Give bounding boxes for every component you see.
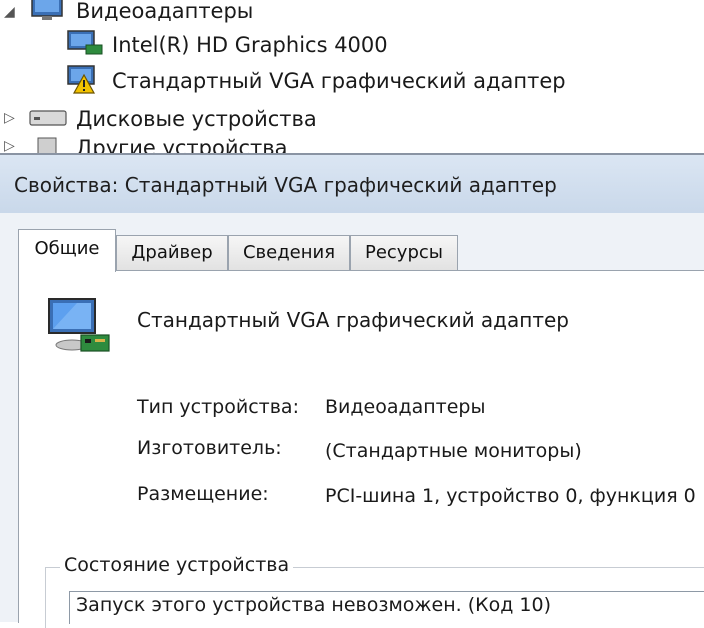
tab-driver[interactable]: Драйвер — [116, 235, 228, 270]
monitor-icon — [28, 0, 68, 27]
location-label: Размещение: — [137, 483, 269, 505]
tree-item-label: Стандартный VGA графический адаптер — [112, 69, 566, 93]
device-status-text: Запуск этого устройства невозможен. (Код… — [76, 594, 551, 616]
dialog-titlebar[interactable]: Свойства: Стандартный VGA графический ад… — [0, 155, 704, 213]
tree-category-video-adapters[interactable]: ◢ Видеоадаптеры — [4, 0, 253, 26]
tree-category-label: Дисковые устройства — [76, 107, 317, 131]
tab-resources[interactable]: Ресурсы — [350, 235, 458, 270]
warning-icon — [66, 64, 104, 99]
device-name: Стандартный VGA графический адаптер — [137, 308, 569, 332]
device-type-value: Видеоадаптеры — [325, 396, 486, 418]
tree-category-label: Другие устройства — [76, 136, 288, 154]
tab-details[interactable]: Сведения — [228, 235, 350, 270]
location-value: PCI-шина 1, устройство 0, функция 0 — [325, 485, 696, 507]
general-tab-panel: Стандартный VGA графический адаптер Тип … — [18, 270, 704, 628]
expand-collapse-icon[interactable]: ◢ — [4, 4, 15, 20]
device-icon — [28, 136, 68, 154]
dialog-title: Свойства: Стандартный VGA графический ад… — [14, 173, 557, 197]
tree-category-disk-drives[interactable]: ▷ Дисковые устройства — [4, 104, 317, 134]
tab-general[interactable]: Общие — [18, 229, 116, 272]
device-status-textbox[interactable]: Запуск этого устройства невозможен. (Код… — [69, 591, 704, 624]
tree-item-standard-vga[interactable]: Стандартный VGA графический адаптер — [66, 64, 566, 99]
device-type-label: Тип устройства: — [137, 396, 299, 418]
expand-icon[interactable]: ▷ — [4, 138, 15, 154]
manufacturer-value: (Стандартные мониторы) — [325, 440, 582, 462]
expand-icon[interactable]: ▷ — [4, 110, 15, 126]
disk-drive-icon — [28, 105, 68, 134]
display-adapter-icon — [47, 297, 111, 361]
monitor-icon — [66, 29, 104, 62]
manufacturer-label: Изготовитель: — [137, 437, 282, 459]
device-status-title: Состояние устройства — [60, 554, 294, 576]
device-manager-tree: ◢ Видеоадаптеры Intel(R) HD Graphics 400… — [0, 0, 704, 160]
tree-category-other[interactable]: ▷ Другие устройства — [4, 136, 288, 154]
properties-dialog: Свойства: Стандартный VGA графический ад… — [0, 153, 704, 628]
tree-item-intel[interactable]: Intel(R) HD Graphics 4000 — [66, 29, 388, 62]
tree-category-label: Видеоадаптеры — [76, 0, 254, 23]
tree-item-label: Intel(R) HD Graphics 4000 — [112, 33, 388, 57]
